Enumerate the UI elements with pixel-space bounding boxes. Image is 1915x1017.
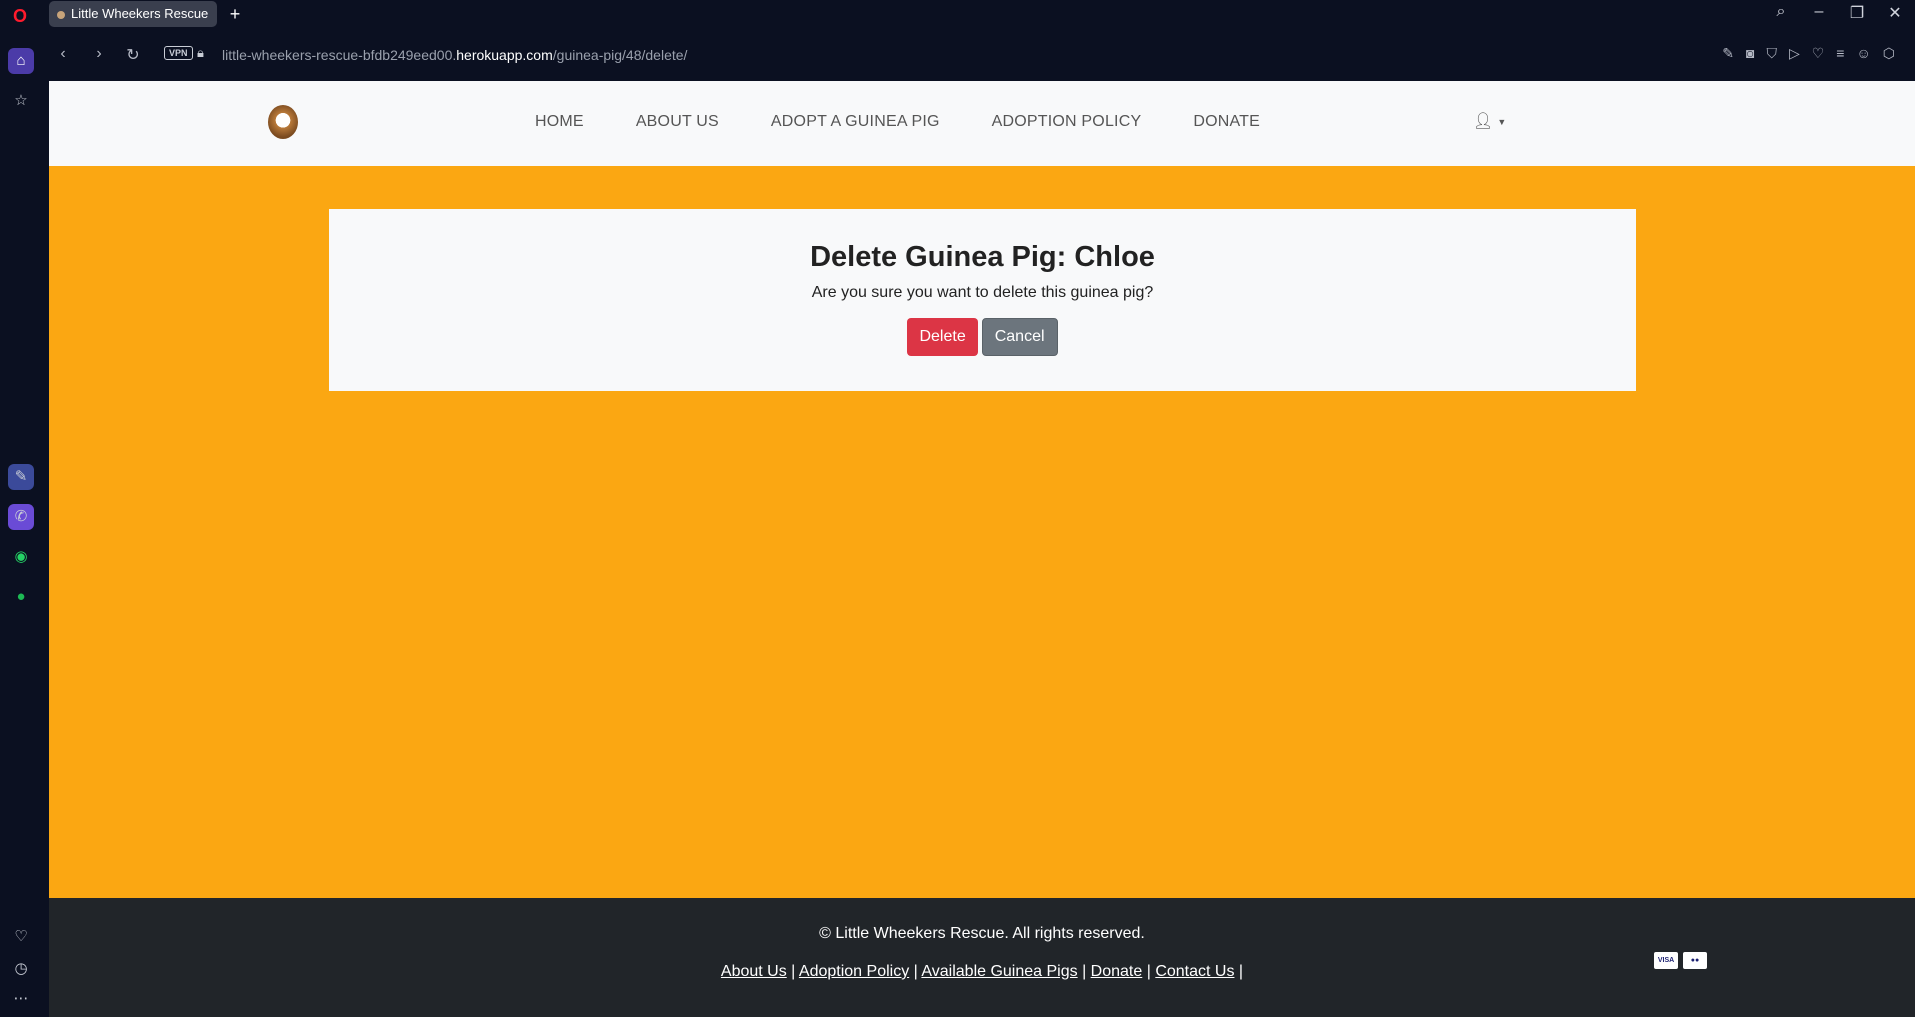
lock-icon[interactable]: 🔒︎ <box>197 45 204 61</box>
nav-adopt[interactable]: ADOPT A GUINEA PIG <box>771 113 940 131</box>
window-controls: ⌕ – ❐ ✕ <box>1771 3 1905 23</box>
reload-icon[interactable]: ↻ <box>123 45 143 65</box>
delete-button[interactable]: Delete <box>907 318 978 356</box>
shield-icon[interactable]: ⛉ <box>1766 45 1777 62</box>
menu-icon[interactable]: ≡ <box>1836 45 1844 62</box>
footer-link-donate[interactable]: Donate <box>1091 963 1143 980</box>
browser-tab[interactable]: Little Wheekers Rescue <box>49 1 217 27</box>
sidebar-home-icon[interactable]: ⌂ <box>8 48 34 74</box>
sidebar-whatsapp-icon[interactable]: ◉ <box>8 544 34 570</box>
nav-menu: HOME ABOUT US ADOPT A GUINEA PIG ADOPTIO… <box>535 113 1260 131</box>
edit-icon[interactable]: ✎ <box>1722 45 1734 62</box>
cancel-button[interactable]: Cancel <box>981 318 1058 356</box>
search-icon[interactable]: ⌕ <box>1771 3 1791 23</box>
page-viewport: HOME ABOUT US ADOPT A GUINEA PIG ADOPTIO… <box>49 81 1915 1017</box>
user-dropdown[interactable]: 👤︎ ▼ <box>1473 111 1506 131</box>
play-icon[interactable]: ▷ <box>1789 45 1800 62</box>
visa-icon: VISA <box>1654 952 1678 969</box>
camera-icon[interactable]: ◙ <box>1746 45 1754 62</box>
nav-about-us[interactable]: ABOUT US <box>636 113 719 131</box>
tab-favicon-icon <box>57 10 65 19</box>
site-navbar: HOME ABOUT US ADOPT A GUINEA PIG ADOPTIO… <box>49 81 1915 166</box>
nav-adoption-policy[interactable]: ADOPTION POLICY <box>992 113 1142 131</box>
address-bar-row: ‹ › ↻ VPN 🔒︎ little-wheekers-rescue-bfdb… <box>49 37 1915 75</box>
tab-title: Little Wheekers Rescue <box>71 6 209 21</box>
footer-link-available[interactable]: Available Guinea Pigs <box>921 963 1077 980</box>
toolbar-icons: ✎ ◙ ⛉ ▷ ♡ ≡ ☺ ⬡ <box>1722 45 1895 62</box>
url-field[interactable]: little-wheekers-rescue-bfdb249eed00.hero… <box>222 47 687 63</box>
mastercard-icon: ●● <box>1683 952 1707 969</box>
sidebar-spotify-icon[interactable]: ● <box>8 584 34 610</box>
nav-donate[interactable]: DONATE <box>1193 113 1260 131</box>
copyright-text: © Little Wheekers Rescue. All rights res… <box>819 925 1145 942</box>
footer-link-about[interactable]: About Us <box>721 963 787 980</box>
back-icon[interactable]: ‹ <box>53 45 73 63</box>
vpn-badge[interactable]: VPN <box>164 46 193 60</box>
footer-link-adoption-policy[interactable]: Adoption Policy <box>799 963 909 980</box>
button-group: Delete Cancel <box>329 318 1636 356</box>
user-icon: 👤︎ <box>1473 113 1494 130</box>
url-prefix: little-wheekers-rescue-bfdb249eed00. <box>222 47 457 63</box>
sidebar-favorites-icon[interactable]: ♡ <box>8 924 34 950</box>
browser-tab-strip: O Little Wheekers Rescue + ⌕ – ❐ ✕ <box>0 0 1915 28</box>
close-icon[interactable]: ✕ <box>1885 3 1905 23</box>
url-path: /guinea-pig/48/delete/ <box>552 47 688 63</box>
browser-sidebar: ⌂ ☆ ✎ ✆ ◉ ● ♡ ◷ ⋯ <box>0 28 40 1017</box>
footer-links: About Us | Adoption Policy | Available G… <box>720 963 1244 980</box>
sidebar-messenger-icon[interactable]: ✆ <box>8 504 34 530</box>
url-host: herokuapp.com <box>456 47 553 63</box>
extensions-icon[interactable]: ⬡ <box>1883 45 1895 62</box>
page-title: Delete Guinea Pig: Chloe <box>810 241 1155 273</box>
caret-down-icon: ▼ <box>1497 116 1507 127</box>
minimize-icon[interactable]: – <box>1809 3 1829 23</box>
sidebar-aria-icon[interactable]: ✎ <box>8 464 34 490</box>
heart-icon[interactable]: ♡ <box>1812 45 1825 62</box>
restore-icon[interactable]: ❐ <box>1847 3 1867 23</box>
opera-logo-icon[interactable]: O <box>10 6 30 26</box>
sidebar-more-icon[interactable]: ⋯ <box>8 986 34 1012</box>
site-logo[interactable] <box>268 105 298 139</box>
new-tab-button[interactable]: + <box>225 4 245 24</box>
site-footer: © Little Wheekers Rescue. All rights res… <box>49 898 1915 1017</box>
delete-confirmation-card: Delete Guinea Pig: Chloe Are you sure yo… <box>329 209 1636 391</box>
profile-icon[interactable]: ☺ <box>1856 45 1870 62</box>
nav-home[interactable]: HOME <box>535 113 584 131</box>
confirm-message: Are you sure you want to delete this gui… <box>811 284 1154 301</box>
forward-icon[interactable]: › <box>89 45 109 63</box>
sidebar-speed-dial-icon[interactable]: ☆ <box>8 88 34 114</box>
footer-link-contact[interactable]: Contact Us <box>1155 963 1234 980</box>
payment-icons: VISA ●● <box>1654 952 1707 969</box>
sidebar-history-icon[interactable]: ◷ <box>8 956 34 982</box>
